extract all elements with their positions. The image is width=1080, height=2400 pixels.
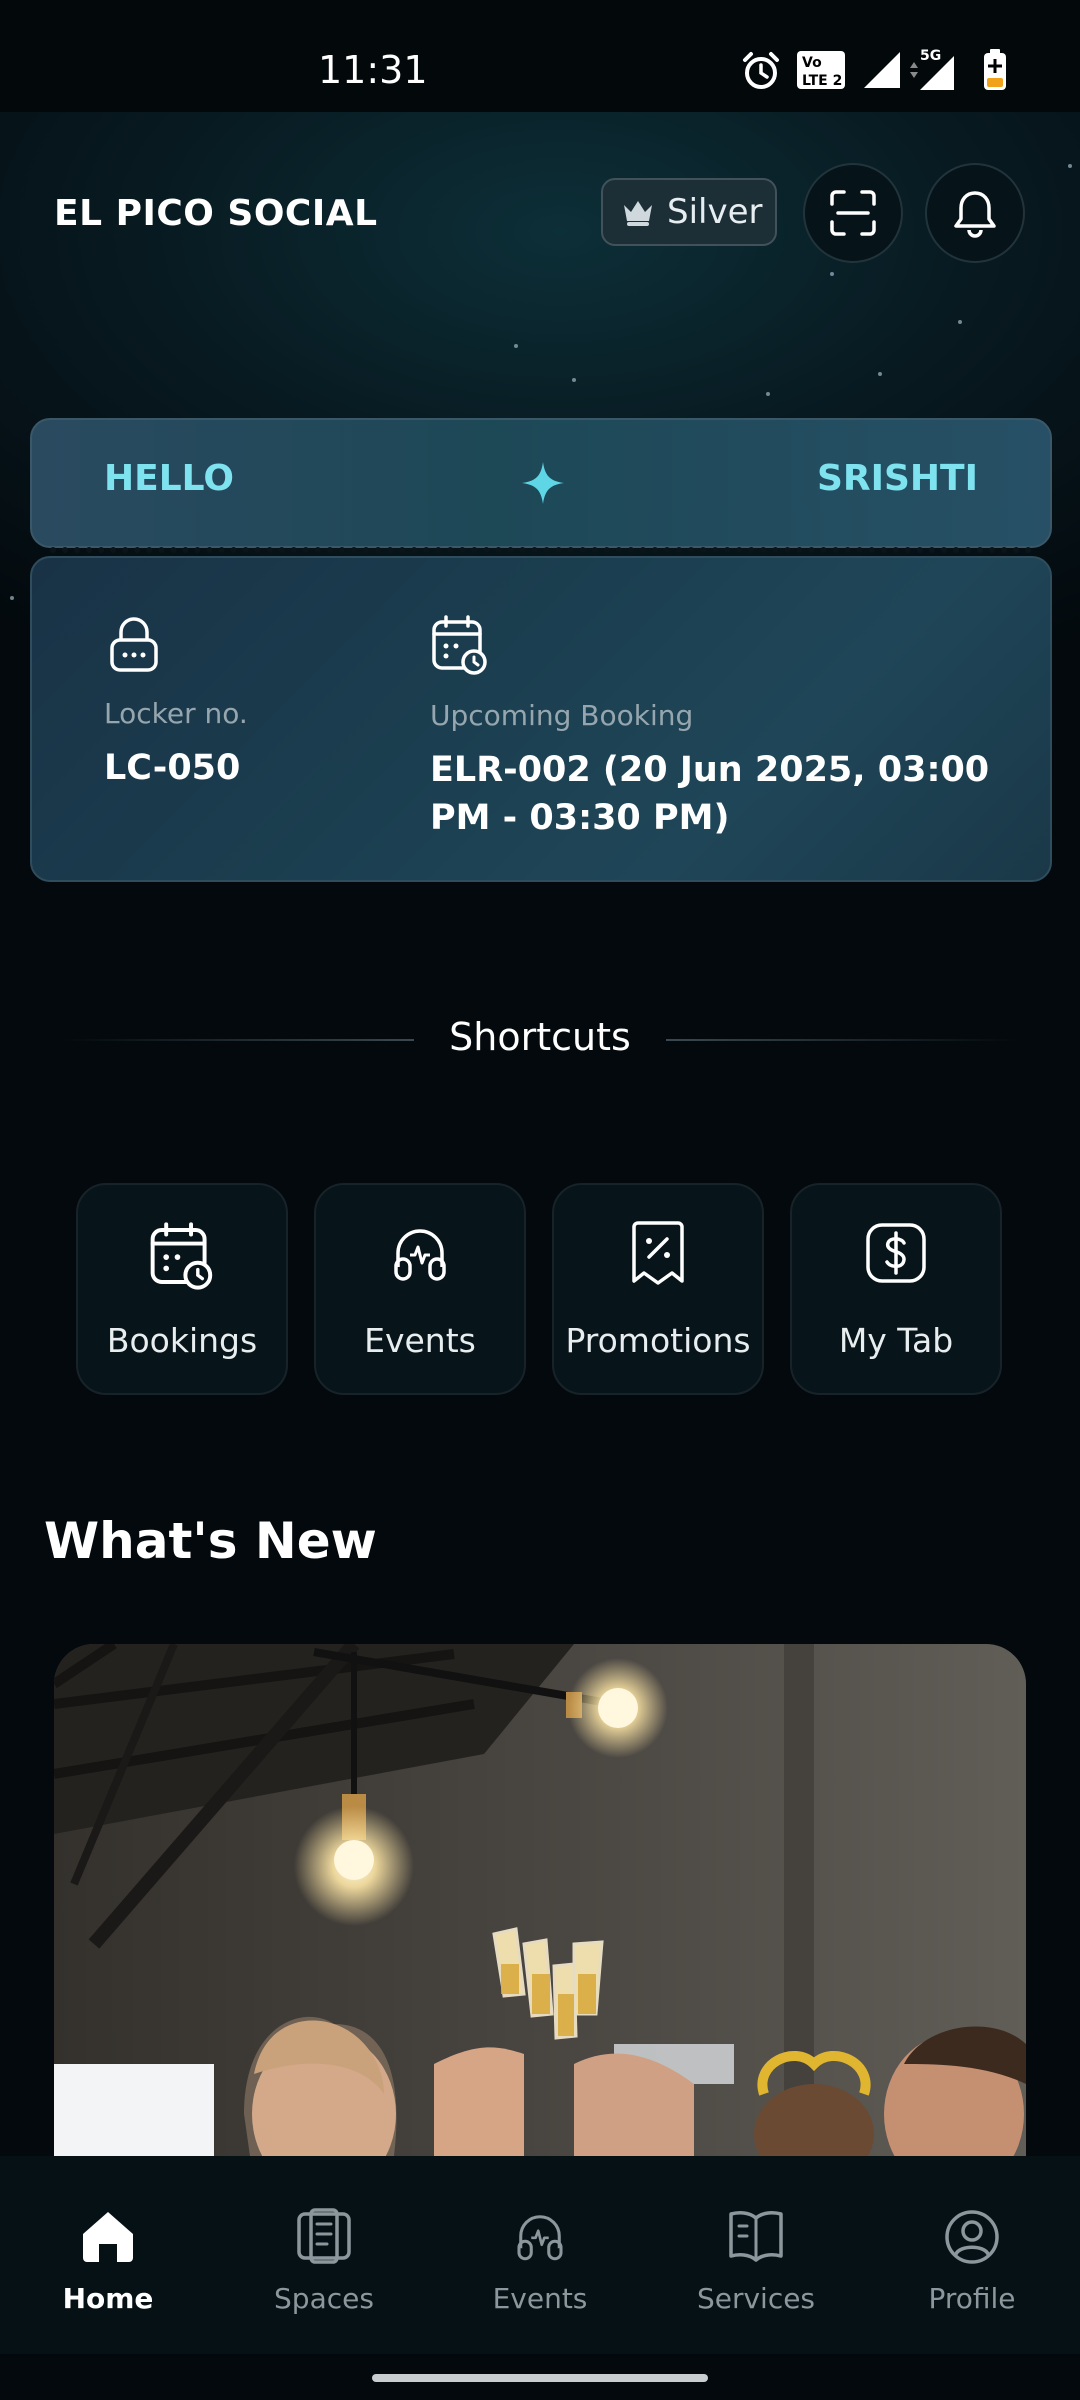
greeting-name: SRISHTI [816, 458, 978, 499]
signal-5g-icon: 5G [910, 48, 954, 90]
nav-services[interactable]: Services [648, 2156, 864, 2354]
battery-icon [984, 49, 1006, 90]
dollar-icon [866, 1223, 926, 1283]
svg-text:Vo: Vo [802, 55, 822, 71]
bottom-navigation: Home Spaces Events Services Profile [0, 2156, 1080, 2354]
shortcut-label: Promotions [565, 1321, 751, 1360]
nav-label: Profile [928, 2282, 1016, 2315]
shortcuts-divider-right [666, 1039, 1020, 1041]
network-label: 5G [920, 48, 941, 64]
status-time: 11:31 [318, 48, 428, 92]
whats-new-image[interactable] [54, 1644, 1026, 2156]
shortcuts-title: Shortcuts [449, 1015, 631, 1059]
shortcut-bookings[interactable]: Bookings [76, 1183, 288, 1395]
spaces-icon [297, 2208, 351, 2264]
signal-icon [864, 52, 900, 88]
whats-new-title: What's New [44, 1512, 377, 1570]
celebration-photo [54, 1644, 1026, 2156]
tier-badge[interactable]: Silver [601, 178, 777, 246]
shortcut-my-tab[interactable]: My Tab [790, 1183, 1002, 1395]
shortcut-label: Events [364, 1321, 476, 1360]
shortcut-label: Bookings [106, 1321, 258, 1360]
locker-info: Locker no. LC-050 [104, 614, 364, 792]
nav-label: Events [492, 2282, 588, 2315]
shortcut-label: My Tab [838, 1321, 954, 1360]
book-icon [729, 2211, 783, 2262]
brand-title: EL PICO SOCIAL [54, 193, 378, 234]
calendar-clock-icon [432, 615, 487, 675]
nav-home[interactable]: Home [0, 2156, 216, 2354]
notifications-button[interactable] [925, 163, 1025, 263]
greeting-card: HELLO SRISHTI [30, 418, 1052, 548]
volte-icon: Vo LTE 2 [797, 51, 845, 89]
events-icon [517, 2215, 563, 2261]
nav-label: Home [62, 2282, 154, 2315]
membership-info-card[interactable]: Locker no. LC-050 Upcoming Booking ELR-0… [30, 556, 1052, 882]
discount-ticket-icon [632, 1221, 684, 1285]
status-bar: 11:31 Vo LTE 2 5G [0, 0, 1080, 112]
shortcut-promotions[interactable]: Promotions [552, 1183, 764, 1395]
home-icon [83, 2212, 133, 2262]
events-icon [394, 1229, 446, 1281]
booking-label: Upcoming Booking [430, 699, 694, 732]
greeting-hello: HELLO [104, 458, 234, 499]
booking-info: Upcoming Booking ELR-002 (20 Jun 2025, 0… [430, 614, 1010, 842]
ticket-perforation [50, 547, 1032, 553]
shortcut-events[interactable]: Events [314, 1183, 526, 1395]
alarm-icon [743, 52, 779, 89]
locker-label: Locker no. [104, 697, 248, 730]
calendar-clock-icon [150, 1222, 213, 1290]
scan-button[interactable] [803, 163, 903, 263]
nav-label: Spaces [274, 2282, 374, 2315]
booking-value: ELR-002 (20 Jun 2025, 03:00 PM - 03:30 P… [430, 750, 990, 838]
crown-icon [624, 201, 652, 226]
sparkle-icon [522, 462, 564, 504]
scan-icon [830, 190, 876, 236]
locker-value: LC-050 [104, 748, 241, 788]
nav-label: Services [696, 2282, 816, 2315]
profile-icon [945, 2210, 999, 2264]
lock-icon [110, 617, 158, 672]
home-indicator[interactable] [372, 2374, 708, 2382]
bell-icon [954, 191, 996, 238]
nav-events[interactable]: Events [432, 2156, 648, 2354]
svg-text:LTE 2: LTE 2 [802, 73, 842, 89]
tier-label: Silver [667, 192, 763, 232]
nav-spaces[interactable]: Spaces [216, 2156, 432, 2354]
nav-profile[interactable]: Profile [864, 2156, 1080, 2354]
